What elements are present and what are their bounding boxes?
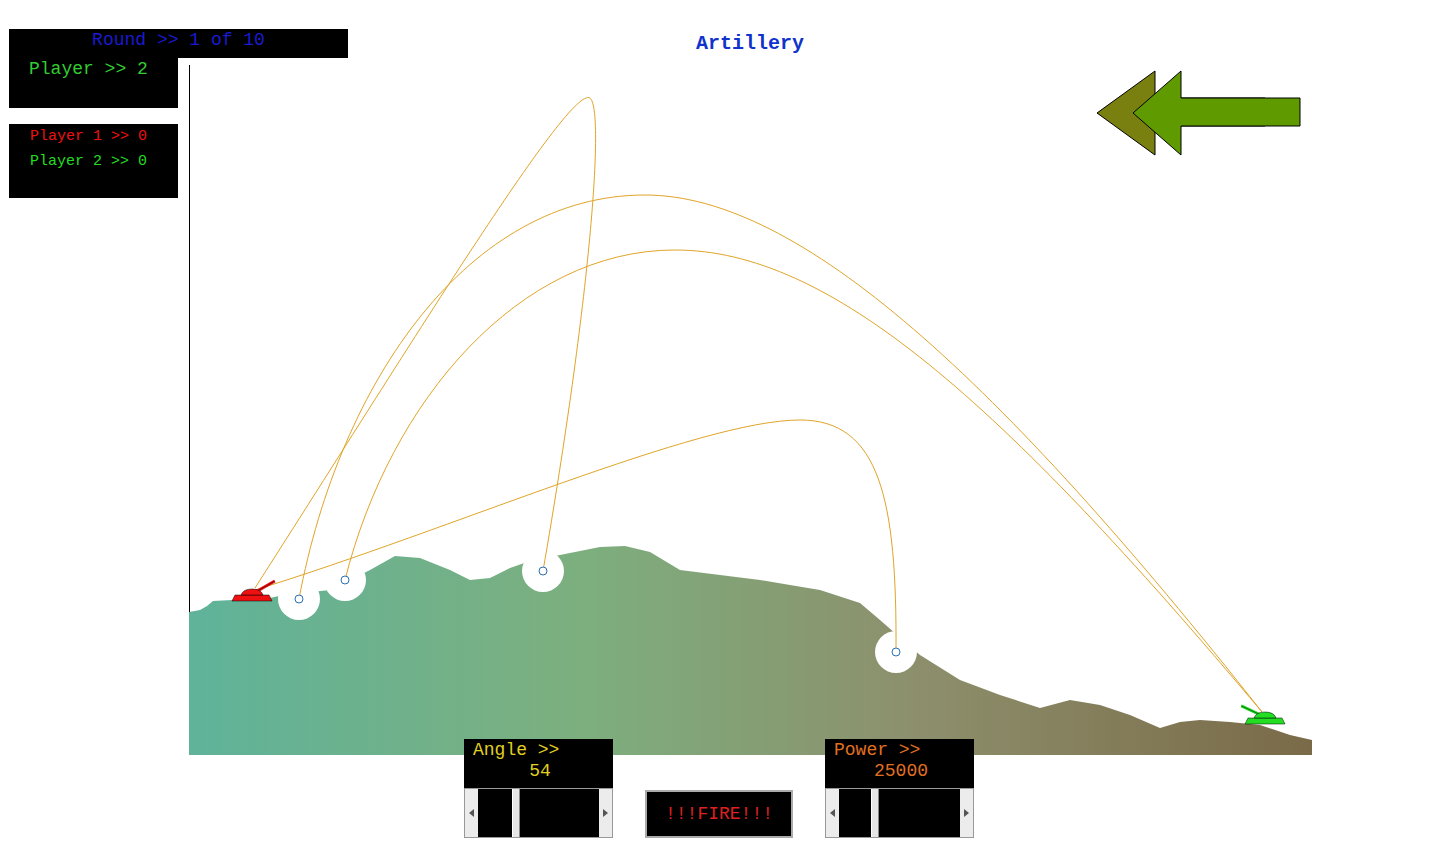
battlefield (189, 65, 1312, 755)
crater (522, 550, 564, 592)
sidebar: Player >> 2 Player 1 >> 0Player 2 >> 0 (0, 58, 189, 755)
round-indicator: Round >> 1 of 10 (9, 29, 348, 58)
increase-button[interactable] (599, 789, 612, 837)
decrease-button[interactable] (465, 789, 478, 837)
power-control: Power >> 25000 (825, 739, 974, 838)
angle-value: 54 (473, 761, 607, 782)
battlefield-canvas (189, 65, 1312, 755)
terrain (189, 546, 1312, 755)
impact-mark (539, 567, 547, 575)
score-row: Player 1 >> 0 (30, 124, 178, 149)
crater (278, 578, 320, 620)
angle-label: Angle >> (473, 740, 607, 761)
left-arrow-icon (830, 809, 835, 817)
controls: Angle >> 54 !!!FIRE!!! Power >> 25000 (464, 739, 974, 838)
slider-track[interactable] (478, 789, 599, 837)
power-readout: Power >> 25000 (825, 739, 974, 788)
slider-thumb[interactable] (871, 789, 879, 837)
power-label: Power >> (834, 740, 968, 761)
game-title: Artillery (696, 32, 804, 55)
slider-track[interactable] (839, 789, 960, 837)
slider-thumb[interactable] (512, 789, 520, 837)
trajectory (299, 195, 1262, 712)
angle-slider[interactable] (464, 788, 613, 838)
header: Round >> 1 of 10 Artillery (0, 0, 1450, 58)
tank-icon (1241, 706, 1285, 724)
artillery-game: Round >> 1 of 10 Artillery Player >> 2 P… (0, 0, 1450, 848)
game-body: Player >> 2 Player 1 >> 0Player 2 >> 0 (0, 58, 1450, 755)
power-slider[interactable] (825, 788, 974, 838)
decrease-button[interactable] (826, 789, 839, 837)
impact-mark (892, 648, 900, 656)
impact-mark (295, 595, 303, 603)
scoreboard: Player 1 >> 0Player 2 >> 0 (9, 124, 178, 198)
trajectory (345, 250, 1262, 712)
increase-button[interactable] (960, 789, 973, 837)
power-value: 25000 (834, 761, 968, 782)
right-arrow-icon (964, 809, 969, 817)
trajectory (255, 98, 596, 588)
score-row: Player 2 >> 0 (30, 149, 178, 174)
field-edge (189, 65, 190, 612)
title-area: Artillery (348, 0, 1152, 58)
impact-mark (341, 576, 349, 584)
trajectory (255, 420, 896, 652)
left-arrow-icon (469, 809, 474, 817)
angle-control: Angle >> 54 (464, 739, 613, 838)
tank-icon (232, 581, 275, 601)
angle-readout: Angle >> 54 (464, 739, 613, 788)
right-arrow-icon (603, 809, 608, 817)
current-player: Player >> 2 (9, 58, 178, 108)
wind-arrow-icon (1095, 68, 1305, 160)
fire-button[interactable]: !!!FIRE!!! (645, 790, 793, 838)
